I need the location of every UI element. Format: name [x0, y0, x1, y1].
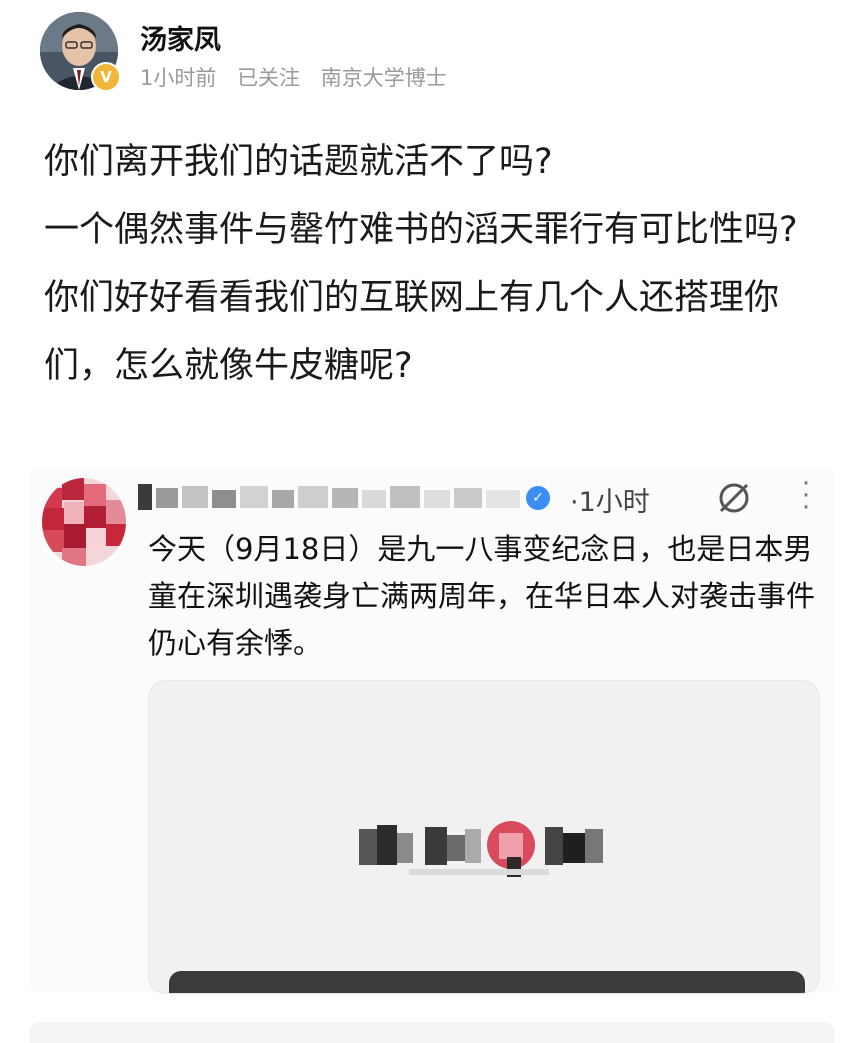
- media-caption-bar: [169, 971, 805, 993]
- compass-icon[interactable]: [716, 480, 752, 516]
- verified-badge-icon: V: [91, 62, 121, 92]
- verified-icon: ✓: [526, 486, 550, 510]
- quoted-text-body: 今天（9月18日）是九一八事变纪念日，也是日本男童在深圳遇袭身亡满两周年，在华日…: [148, 532, 816, 660]
- quoted-media-preview[interactable]: [148, 680, 820, 994]
- quoted-text: 今天（9月18日）是九一八事变纪念日，也是日本男童在深圳遇袭身亡满两周年，在华日…: [148, 526, 828, 667]
- post-time: 1小时前: [140, 66, 217, 90]
- follow-status[interactable]: 已关注: [237, 66, 300, 90]
- author-description: 南京大学博士: [320, 66, 447, 90]
- quoted-time: ·1小时: [570, 487, 650, 518]
- author-name[interactable]: 汤家凤: [140, 18, 221, 57]
- quoted-author-name-blurred[interactable]: [138, 480, 538, 514]
- post-line: 你们好好看看我们的互联网上有几个人还搭理你们，怎么就像牛皮糖呢?: [44, 278, 780, 386]
- media-logo-blurred: [349, 811, 619, 891]
- quoted-post-card[interactable]: ✓ ·1小时 · · · 今天（9月18日）是九一八事变纪念日，也是日本男童在深圳遇…: [30, 468, 834, 994]
- post-body: 你们离开我们的话题就活不了吗? 一个偶然事件与罄竹难书的滔天罪行有可比性吗? 你…: [44, 128, 834, 400]
- author-meta: 1小时前 已关注 南京大学博士: [140, 62, 461, 92]
- next-card-edge: [30, 1022, 834, 1043]
- post-line: 你们离开我们的话题就活不了吗?: [44, 142, 553, 182]
- quoted-avatar-blurred[interactable]: [42, 478, 126, 566]
- more-icon[interactable]: · · ·: [796, 471, 816, 521]
- post-line: 一个偶然事件与罄竹难书的滔天罪行有可比性吗?: [44, 210, 798, 250]
